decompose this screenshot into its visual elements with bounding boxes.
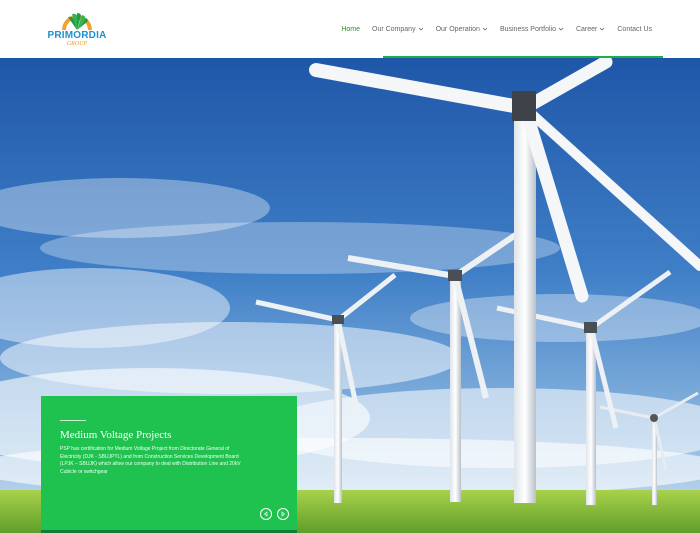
nav-career-label: Career	[575, 25, 598, 33]
slide-caption-card: Medium Voltage Projects PSP has certific…	[41, 396, 297, 533]
caption-divider	[60, 420, 86, 421]
sunburst-logo-icon	[62, 13, 92, 30]
nav-our-company[interactable]: Our Company	[366, 0, 430, 58]
arrow-right-icon	[281, 511, 286, 517]
slide-prev-button[interactable]	[260, 508, 272, 520]
slide-description: PSP has certification for Medium Voltage…	[60, 446, 241, 475]
nav-business-portfolio[interactable]: Business Portfolio	[494, 0, 570, 58]
chevron-down-icon	[558, 27, 564, 31]
nav-home-label: Home	[341, 25, 360, 33]
arrow-left-icon	[263, 511, 268, 517]
chevron-down-icon	[482, 27, 488, 31]
chevron-down-icon	[418, 27, 423, 31]
site-header: PRIMORDIA GROUP Home Our Company Our Ope…	[0, 0, 700, 58]
logo-wordmark: PRIMORDIA	[47, 30, 107, 41]
nav-contact-us-label: Contact Us	[617, 25, 652, 33]
nav-active-underline	[383, 56, 663, 58]
logo-subtitle: GROUP	[66, 41, 88, 47]
nav-our-company-label: Our Company	[372, 25, 416, 33]
nav-our-operation[interactable]: Our Operation	[430, 0, 494, 58]
slide-next-button[interactable]	[277, 508, 289, 520]
nav-our-operation-label: Our Operation	[435, 25, 480, 33]
slide-title: Medium Voltage Projects	[60, 429, 172, 441]
nav-contact-us[interactable]: Contact Us	[611, 0, 658, 58]
main-navigation: Home Our Company Our Operation Business …	[335, 0, 658, 58]
nav-career[interactable]: Career	[570, 0, 611, 58]
nav-business-portfolio-label: Business Portfolio	[499, 25, 556, 33]
primordia-logo[interactable]: PRIMORDIA GROUP	[46, 10, 108, 50]
chevron-down-icon	[600, 27, 605, 31]
nav-home[interactable]: Home	[335, 0, 366, 58]
